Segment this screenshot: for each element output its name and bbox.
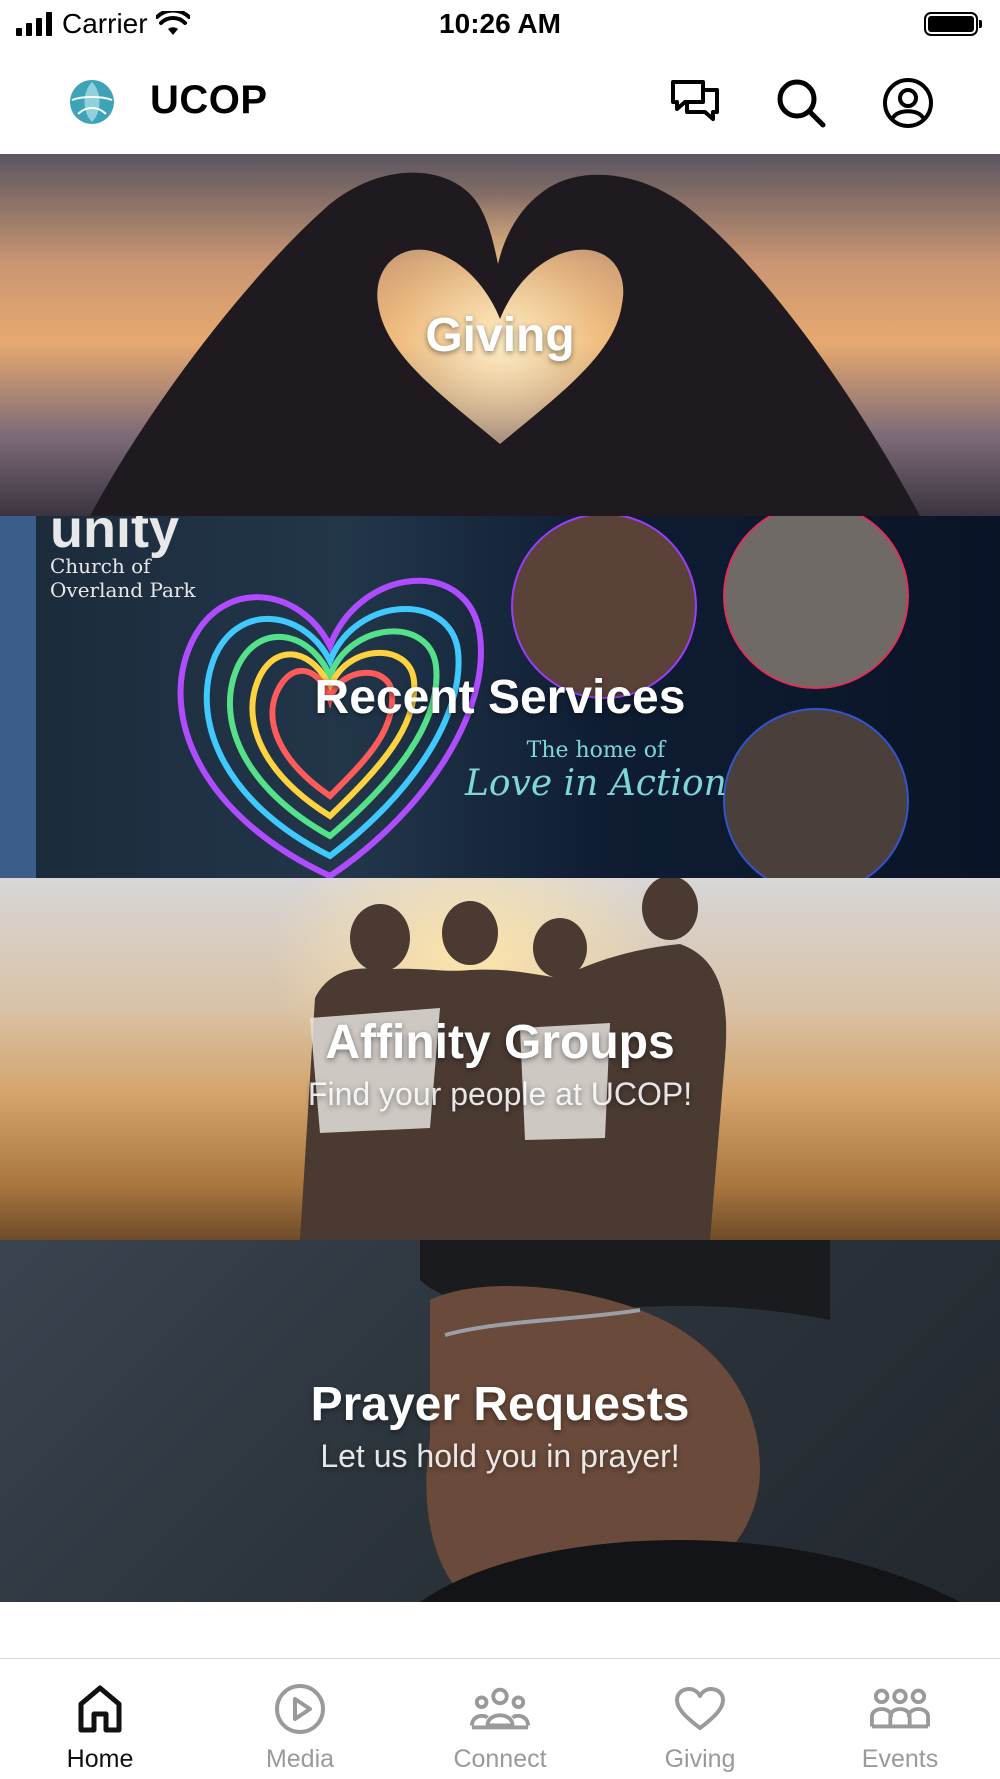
tab-label: Connect [453, 1745, 547, 1773]
affinity-groups-card[interactable]: Affinity Groups Find your people at UCOP… [0, 878, 1000, 1240]
profile-icon[interactable] [881, 76, 935, 130]
status-time: 10:26 AM [439, 8, 561, 39]
bottom-tab-bar: Home Media Connect Giving Events [0, 1658, 1000, 1779]
card-subtitle: Find your people at UCOP! [307, 1076, 693, 1112]
app-title: UCOP [150, 78, 268, 122]
logo-icon [70, 80, 114, 124]
chat-icon[interactable] [668, 76, 722, 130]
status-bar: Carrier 10:26 AM [0, 0, 1000, 50]
tab-events[interactable]: Events [800, 1659, 1000, 1779]
battery-icon [924, 12, 982, 36]
giving-card[interactable]: Giving [0, 154, 1000, 516]
tab-label: Events [861, 1745, 939, 1773]
play-icon [275, 1684, 325, 1734]
card-title: Affinity Groups [325, 1016, 675, 1069]
group-icon [870, 1688, 930, 1729]
tab-media[interactable]: Media [200, 1659, 400, 1779]
card-title: Prayer Requests [310, 1378, 690, 1431]
heart-icon [675, 1687, 725, 1730]
search-icon[interactable] [774, 76, 828, 130]
tab-label: Giving [664, 1745, 736, 1773]
prayer-requests-card[interactable]: Prayer Requests Let us hold you in praye… [0, 1240, 1000, 1602]
people-icon [470, 1687, 530, 1730]
tab-label: Media [265, 1745, 335, 1773]
tab-giving[interactable]: Giving [600, 1659, 800, 1779]
tab-label: Home [66, 1745, 134, 1773]
home-icon [78, 1685, 122, 1733]
app-header: UCOP [0, 50, 1000, 154]
card-subtitle: Let us hold you in prayer! [320, 1438, 680, 1474]
recent-services-card[interactable]: unity Church of Overland Park The home o… [0, 516, 1000, 878]
tab-connect[interactable]: Connect [400, 1659, 600, 1779]
card-title: Recent Services [314, 670, 686, 724]
tab-home[interactable]: Home [0, 1659, 200, 1779]
card-title: Giving [425, 308, 575, 362]
